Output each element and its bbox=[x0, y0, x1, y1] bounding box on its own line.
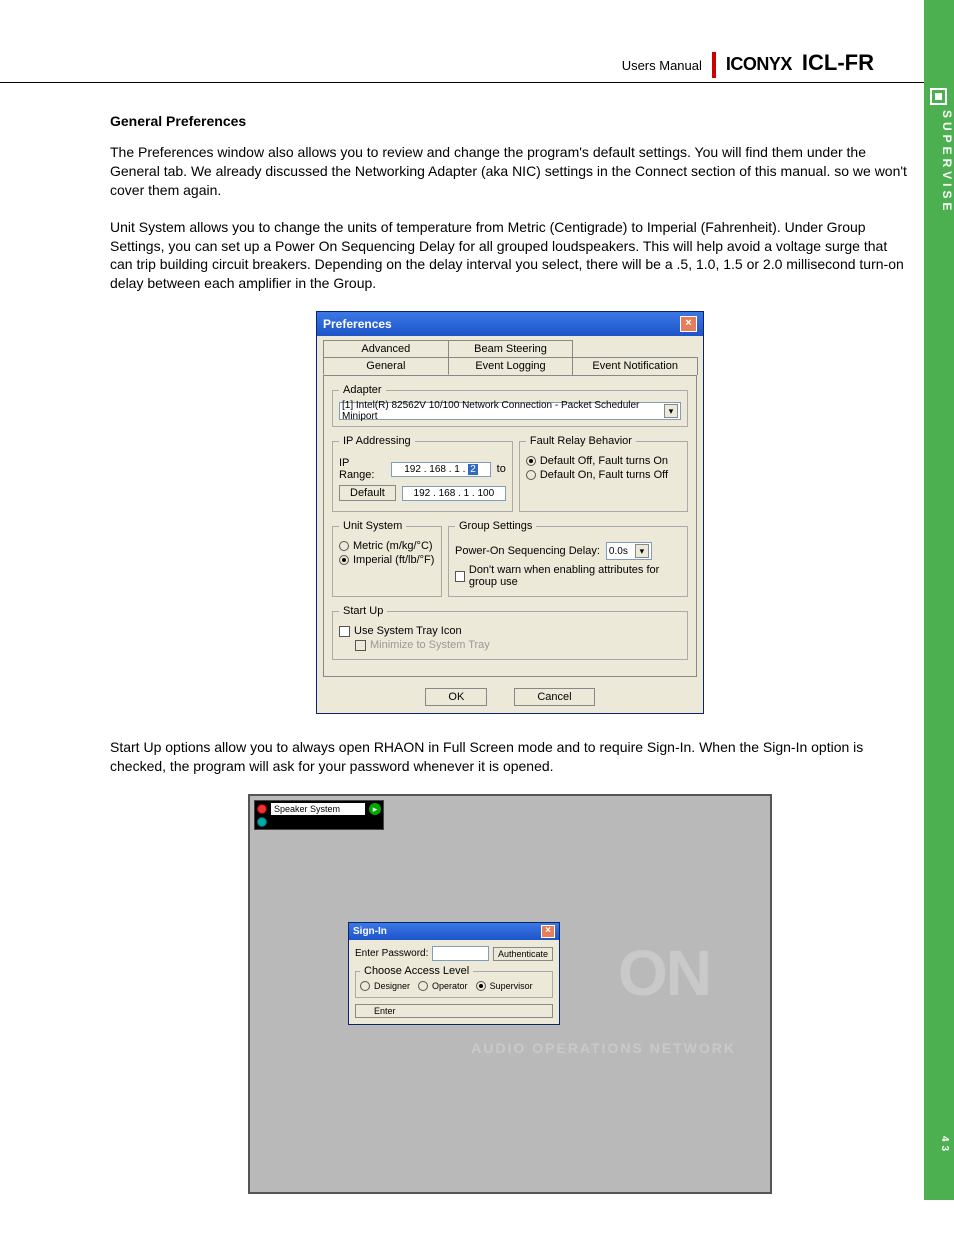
paragraph-2: Unit System allows you to change the uni… bbox=[110, 218, 910, 294]
page-number: 43 bbox=[928, 1136, 950, 1155]
page-header: Users Manual ICONYX ICL-FR bbox=[0, 50, 924, 83]
ip-range-input[interactable]: 192 . 168 . 1 . 2 bbox=[391, 462, 490, 477]
brand-label: ICONYX bbox=[726, 54, 792, 75]
signin-dialog: Sign-In × Enter Password: Authenticate C… bbox=[348, 922, 560, 1025]
tree-item[interactable]: Speaker System bbox=[271, 803, 365, 815]
access-level-group: Choose Access Level Designer Operator Su… bbox=[355, 965, 553, 998]
signin-title: Sign-In bbox=[353, 926, 387, 937]
close-icon[interactable]: × bbox=[680, 316, 697, 332]
paragraph-1: The Preferences window also allows you t… bbox=[110, 143, 910, 200]
ok-button[interactable]: OK bbox=[425, 688, 487, 706]
enter-button[interactable]: Enter bbox=[355, 1004, 553, 1018]
minimize-checkbox: Minimize to System Tray bbox=[355, 639, 681, 651]
ip-range-label: IP Range: bbox=[339, 457, 385, 481]
dialog-title: Preferences bbox=[323, 317, 392, 331]
startup-group: Start Up Use System Tray Icon Minimize t… bbox=[332, 605, 688, 660]
expand-icon[interactable]: ▸ bbox=[369, 803, 381, 815]
close-icon[interactable]: × bbox=[541, 925, 555, 938]
tree-panel: Speaker System ▸ bbox=[254, 800, 384, 830]
watermark-logo: ON bbox=[618, 936, 710, 1010]
startup-legend: Start Up bbox=[339, 605, 387, 617]
adapter-group: Adapter [1] Intel(R) 82562V 10/100 Netwo… bbox=[332, 384, 688, 427]
authenticate-button[interactable]: Authenticate bbox=[493, 947, 553, 961]
users-manual-label: Users Manual bbox=[622, 58, 702, 73]
side-tab: SUPERVISE 43 bbox=[924, 0, 954, 1200]
unit-system-group: Unit System Metric (m/kg/°C) Imperial (f… bbox=[332, 520, 442, 597]
node-icon bbox=[257, 817, 267, 827]
fault-opt-off[interactable]: Default On, Fault turns Off bbox=[526, 469, 681, 481]
ip-to-label: to bbox=[497, 463, 506, 475]
adapter-value: [1] Intel(R) 82562V 10/100 Network Conne… bbox=[342, 400, 664, 422]
adapter-dropdown[interactable]: [1] Intel(R) 82562V 10/100 Network Conne… bbox=[339, 402, 681, 420]
preferences-dialog: Preferences × Advanced Beam Steering Gen… bbox=[316, 311, 704, 714]
fault-opt-on[interactable]: Default Off, Fault turns On bbox=[526, 455, 681, 467]
watermark-text: AUDIO OPERATIONS NETWORK bbox=[471, 1040, 736, 1056]
red-divider bbox=[712, 52, 716, 78]
tab-event-logging[interactable]: Event Logging bbox=[448, 357, 574, 375]
tab-beam-steering[interactable]: Beam Steering bbox=[448, 340, 574, 357]
access-supervisor[interactable]: Supervisor bbox=[476, 981, 533, 991]
cancel-button[interactable]: Cancel bbox=[514, 688, 594, 706]
access-legend: Choose Access Level bbox=[360, 965, 473, 977]
password-label: Enter Password: bbox=[355, 948, 428, 959]
delay-label: Power-On Sequencing Delay: bbox=[455, 545, 600, 557]
section-heading: General Preferences bbox=[110, 113, 910, 129]
ip-legend: IP Addressing bbox=[339, 435, 415, 447]
delay-dropdown[interactable]: 0.0s ▾ bbox=[606, 542, 652, 560]
ip-addressing-group: IP Addressing IP Range: 192 . 168 . 1 . … bbox=[332, 435, 513, 512]
access-operator[interactable]: Operator bbox=[418, 981, 468, 991]
adapter-legend: Adapter bbox=[339, 384, 386, 396]
app-screenshot: Speaker System ▸ ON AUDIO OPERATIONS NET… bbox=[248, 794, 772, 1194]
tab-event-notification[interactable]: Event Notification bbox=[572, 357, 698, 375]
supervise-icon bbox=[930, 88, 947, 105]
default-button[interactable]: Default bbox=[339, 485, 396, 501]
group-settings: Group Settings Power-On Sequencing Delay… bbox=[448, 520, 688, 597]
side-label: SUPERVISE bbox=[940, 110, 954, 214]
dont-warn-checkbox[interactable]: Don't warn when enabling attributes for … bbox=[455, 564, 681, 588]
unit-metric[interactable]: Metric (m/kg/°C) bbox=[339, 540, 435, 552]
chevron-down-icon[interactable]: ▾ bbox=[664, 404, 678, 418]
unit-imperial[interactable]: Imperial (ft/lb/°F) bbox=[339, 554, 435, 566]
group-legend: Group Settings bbox=[455, 520, 536, 532]
password-input[interactable] bbox=[432, 946, 489, 961]
ip-default-input[interactable]: 192 . 168 . 1 . 100 bbox=[402, 486, 506, 501]
fault-relay-group: Fault Relay Behavior Default Off, Fault … bbox=[519, 435, 688, 512]
model-label: ICL-FR bbox=[802, 50, 874, 76]
dialog-titlebar: Preferences × bbox=[317, 312, 703, 336]
unit-legend: Unit System bbox=[339, 520, 406, 532]
tab-general[interactable]: General bbox=[323, 357, 449, 375]
paragraph-3: Start Up options allow you to always ope… bbox=[110, 738, 910, 776]
record-icon bbox=[257, 804, 267, 814]
fault-legend: Fault Relay Behavior bbox=[526, 435, 636, 447]
systray-checkbox[interactable]: Use System Tray Icon bbox=[339, 625, 681, 637]
chevron-down-icon[interactable]: ▾ bbox=[635, 544, 649, 558]
tab-advanced[interactable]: Advanced bbox=[323, 340, 449, 357]
access-designer[interactable]: Designer bbox=[360, 981, 410, 991]
